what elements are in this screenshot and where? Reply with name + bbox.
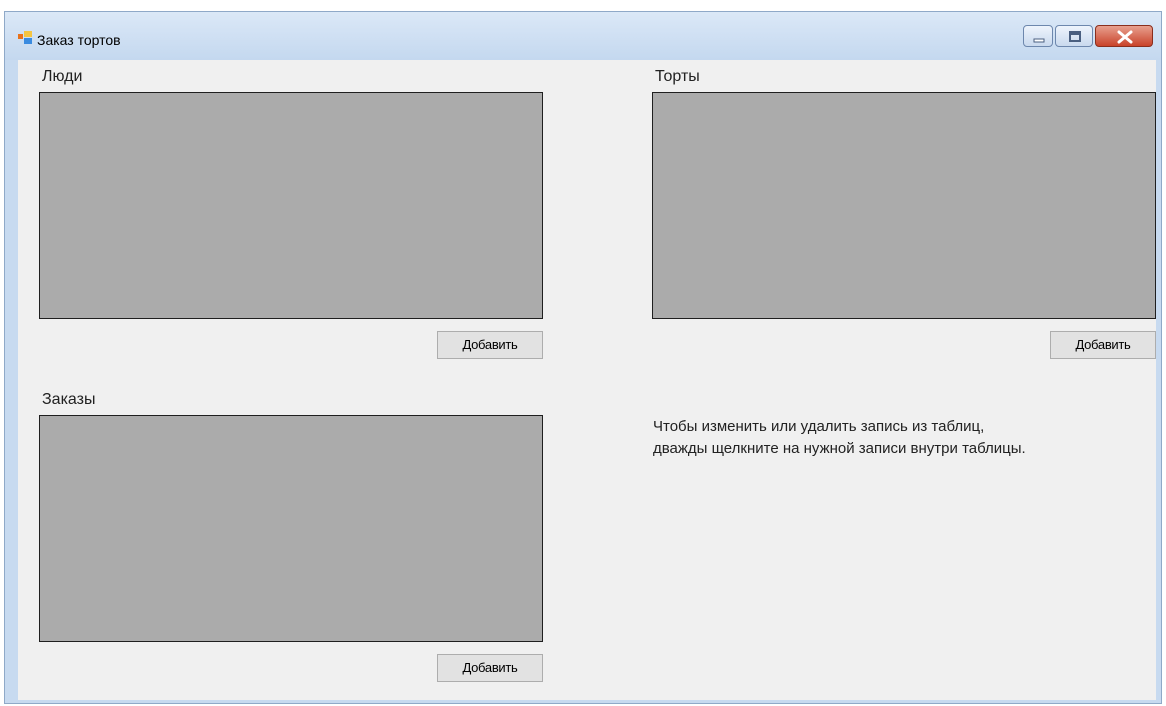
main-window: Заказ тортов Люди Добавить Торты Добавит… bbox=[4, 11, 1162, 704]
form-icon bbox=[18, 31, 32, 44]
minimize-button[interactable] bbox=[1023, 25, 1053, 47]
cakes-label: Торты bbox=[655, 68, 700, 85]
close-button[interactable] bbox=[1095, 25, 1153, 47]
form-client-area: Люди Добавить Торты Добавить Заказы Доба… bbox=[18, 60, 1156, 700]
edit-hint-line-1: Чтобы изменить или удалить запись из таб… bbox=[653, 418, 985, 435]
add-cake-button[interactable]: Добавить bbox=[1050, 331, 1156, 359]
people-label: Люди bbox=[42, 68, 83, 85]
add-order-button[interactable]: Добавить bbox=[437, 654, 543, 682]
close-icon bbox=[1117, 30, 1133, 44]
cakes-table[interactable] bbox=[652, 92, 1156, 319]
window-title: Заказ тортов bbox=[37, 32, 121, 48]
edit-hint-text: Чтобы изменить или удалить запись из таб… bbox=[653, 416, 1163, 460]
orders-table[interactable] bbox=[39, 415, 543, 642]
edit-hint-line-2: дважды щелкните на нужной записи внутри … bbox=[653, 440, 1026, 457]
maximize-button[interactable] bbox=[1055, 25, 1093, 47]
people-table[interactable] bbox=[39, 92, 543, 319]
minimize-icon bbox=[1033, 38, 1045, 43]
add-person-button[interactable]: Добавить bbox=[437, 331, 543, 359]
orders-label: Заказы bbox=[42, 391, 96, 408]
maximize-icon bbox=[1069, 31, 1081, 42]
title-bar[interactable]: Заказ тортов bbox=[5, 12, 1161, 60]
